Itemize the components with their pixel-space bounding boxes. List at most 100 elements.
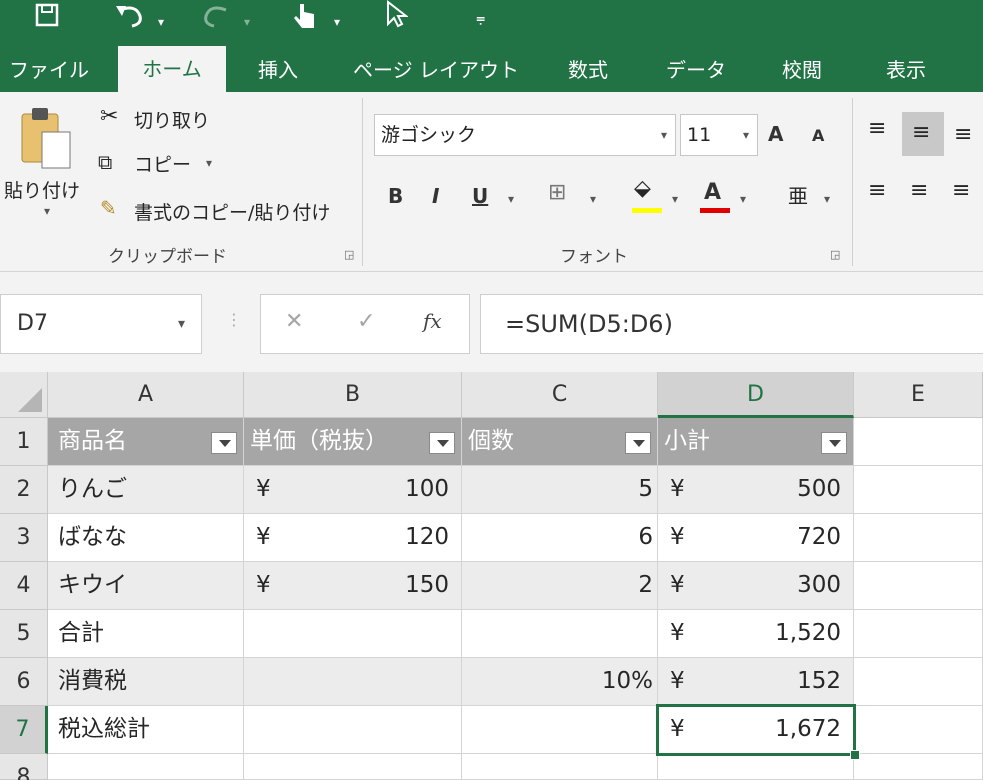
fill-color-icon[interactable]: ⬙ bbox=[634, 176, 651, 201]
filter-dropdown-button[interactable] bbox=[429, 432, 455, 454]
format-painter-button[interactable]: 書式のコピー/貼り付け bbox=[134, 198, 330, 225]
cell-c3[interactable]: 6 bbox=[462, 514, 658, 562]
insert-function-button[interactable]: fx bbox=[423, 309, 442, 333]
copy-button[interactable]: コピー bbox=[134, 150, 191, 177]
touch-dropdown-icon[interactable]: ▾ bbox=[334, 8, 340, 38]
cell-e6[interactable] bbox=[854, 658, 983, 706]
name-box-dropdown-icon[interactable]: ▾ bbox=[178, 295, 185, 353]
cell-c8[interactable] bbox=[462, 754, 658, 780]
cell-b1[interactable]: 単価（税抜） bbox=[244, 418, 462, 466]
font-size-field[interactable]: 11 ▾ bbox=[680, 114, 758, 156]
cell-e4[interactable] bbox=[854, 562, 983, 610]
cell-d2[interactable]: ¥500 bbox=[658, 466, 854, 514]
redo-icon[interactable] bbox=[198, 2, 232, 28]
tab-data[interactable]: データ bbox=[654, 52, 738, 92]
fill-color-dropdown-icon[interactable]: ▾ bbox=[672, 192, 678, 206]
cell-e8[interactable] bbox=[854, 754, 983, 780]
copy-dropdown-icon[interactable]: ▾ bbox=[206, 156, 212, 170]
cell-d5[interactable]: ¥1,520 bbox=[658, 610, 854, 658]
cell-a5[interactable]: 合計 bbox=[48, 610, 244, 658]
undo-dropdown-icon[interactable]: ▾ bbox=[158, 8, 164, 38]
tab-formulas[interactable]: 数式 bbox=[548, 52, 628, 92]
align-top-icon[interactable]: ≡ bbox=[868, 116, 886, 141]
cut-button[interactable]: 切り取り bbox=[134, 106, 210, 133]
font-color-button[interactable]: A bbox=[704, 180, 721, 205]
cell-e5[interactable] bbox=[854, 610, 983, 658]
cell-c5[interactable] bbox=[462, 610, 658, 658]
borders-icon[interactable]: ⊞ bbox=[548, 180, 566, 205]
tab-file[interactable]: ファイル bbox=[0, 52, 98, 92]
cell-e1[interactable] bbox=[854, 418, 983, 466]
cell-c2[interactable]: 5 bbox=[462, 466, 658, 514]
cell-a3[interactable]: ばなな bbox=[48, 514, 244, 562]
cell-b2[interactable]: ¥100 bbox=[244, 466, 462, 514]
clipboard-launcher-icon[interactable]: ◲ bbox=[344, 248, 354, 261]
copy-icon[interactable]: ⧉ bbox=[98, 150, 112, 174]
cell-a1[interactable]: 商品名 bbox=[48, 418, 244, 466]
tab-page-layout[interactable]: ページ レイアウト bbox=[346, 52, 526, 92]
tab-view[interactable]: 表示 bbox=[866, 52, 946, 92]
bold-button[interactable]: B bbox=[388, 184, 403, 208]
cell-c7[interactable] bbox=[462, 706, 658, 754]
row-header-5[interactable]: 5 bbox=[0, 610, 48, 658]
row-header-3[interactable]: 3 bbox=[0, 514, 48, 562]
column-header-e[interactable]: E bbox=[854, 372, 983, 418]
tab-insert[interactable]: 挿入 bbox=[238, 52, 318, 92]
align-bottom-icon[interactable]: ≡ bbox=[954, 122, 972, 147]
format-painter-icon[interactable]: ✎ bbox=[100, 196, 117, 220]
cell-e2[interactable] bbox=[854, 466, 983, 514]
save-icon[interactable] bbox=[34, 2, 60, 28]
borders-dropdown-icon[interactable]: ▾ bbox=[590, 192, 596, 206]
filter-dropdown-button[interactable] bbox=[211, 432, 237, 454]
cell-b3[interactable]: ¥120 bbox=[244, 514, 462, 562]
row-header-1[interactable]: 1 bbox=[0, 418, 48, 466]
cell-a4[interactable]: キウイ bbox=[48, 562, 244, 610]
cell-b7[interactable] bbox=[244, 706, 462, 754]
paste-dropdown-icon[interactable]: ▾ bbox=[44, 204, 50, 218]
column-header-c[interactable]: C bbox=[462, 372, 658, 418]
column-header-a[interactable]: A bbox=[48, 372, 244, 418]
filter-dropdown-button[interactable] bbox=[625, 432, 651, 454]
align-center-icon[interactable]: ≡ bbox=[910, 178, 928, 203]
column-header-b[interactable]: B bbox=[244, 372, 462, 418]
cell-d3[interactable]: ¥720 bbox=[658, 514, 854, 562]
phonetic-dropdown-icon[interactable]: ▾ bbox=[824, 192, 830, 206]
formula-input[interactable]: =SUM(D5:D6) bbox=[480, 294, 983, 354]
cell-b5[interactable] bbox=[244, 610, 462, 658]
pointer-icon[interactable] bbox=[384, 0, 408, 28]
cell-d8[interactable] bbox=[658, 754, 854, 780]
row-header-6[interactable]: 6 bbox=[0, 658, 48, 706]
tab-review[interactable]: 校閲 bbox=[762, 52, 842, 92]
cell-a7[interactable]: 税込総計 bbox=[48, 706, 244, 754]
cell-d1[interactable]: 小計 bbox=[658, 418, 854, 466]
cell-a6[interactable]: 消費税 bbox=[48, 658, 244, 706]
underline-button[interactable]: U bbox=[472, 184, 488, 208]
filter-dropdown-button[interactable] bbox=[821, 432, 847, 454]
cell-b8[interactable] bbox=[244, 754, 462, 780]
customize-icon[interactable]: ⩦ bbox=[476, 4, 485, 34]
cell-b4[interactable]: ¥150 bbox=[244, 562, 462, 610]
font-name-dropdown-icon[interactable]: ▾ bbox=[661, 115, 667, 155]
cell-a8[interactable] bbox=[48, 754, 244, 780]
tab-home[interactable]: ホーム bbox=[118, 46, 226, 92]
font-launcher-icon[interactable]: ◲ bbox=[830, 248, 840, 261]
redo-dropdown-icon[interactable]: ▾ bbox=[244, 8, 250, 38]
name-box[interactable]: D7 ▾ bbox=[0, 294, 202, 354]
underline-dropdown-icon[interactable]: ▾ bbox=[508, 192, 514, 206]
font-color-dropdown-icon[interactable]: ▾ bbox=[740, 192, 746, 206]
cell-e7[interactable] bbox=[854, 706, 983, 754]
cell-d6[interactable]: ¥152 bbox=[658, 658, 854, 706]
row-header-7[interactable]: 7 bbox=[0, 706, 48, 754]
cell-e3[interactable] bbox=[854, 514, 983, 562]
align-right-icon[interactable]: ≡ bbox=[952, 178, 970, 203]
phonetic-button[interactable]: 亜 bbox=[788, 180, 808, 209]
row-header-2[interactable]: 2 bbox=[0, 466, 48, 514]
touch-mode-icon[interactable] bbox=[290, 0, 318, 30]
cell-c1[interactable]: 個数 bbox=[462, 418, 658, 466]
paste-button[interactable]: 貼り付け bbox=[4, 176, 80, 203]
formula-bar-grip-icon[interactable]: ⋮ bbox=[226, 310, 242, 329]
column-header-d[interactable]: D bbox=[658, 372, 854, 418]
align-left-icon[interactable]: ≡ bbox=[868, 178, 886, 203]
font-size-dropdown-icon[interactable]: ▾ bbox=[743, 115, 749, 155]
cell-a2[interactable]: りんご bbox=[48, 466, 244, 514]
